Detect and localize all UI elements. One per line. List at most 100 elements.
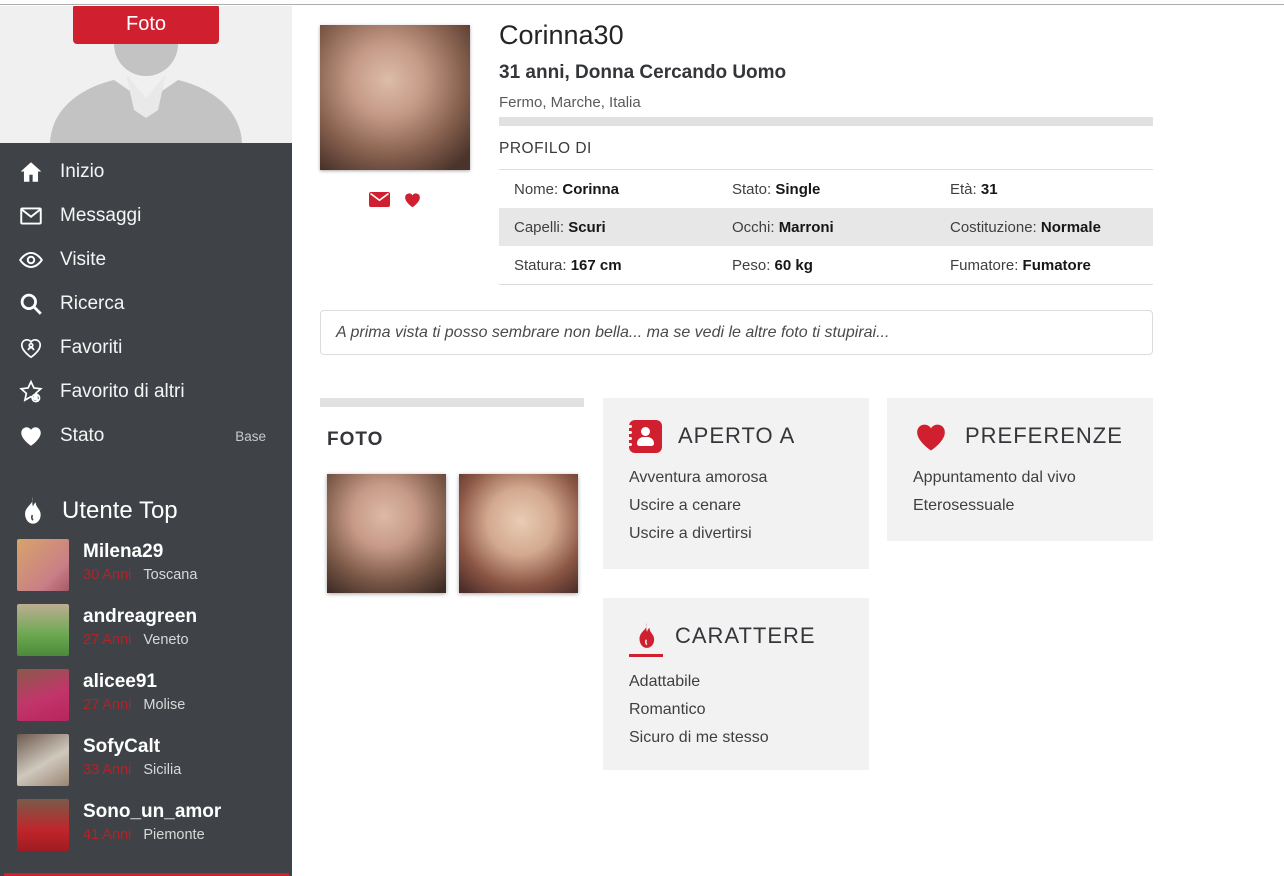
profile-actions <box>320 191 470 213</box>
profile-summary: 31 anni, Donna Cercando Uomo <box>499 62 786 84</box>
sidebar-item-label: Favoriti <box>60 337 122 359</box>
card-items: Avventura amorosa Uscire a cenare Uscire… <box>603 454 869 548</box>
sidebar-item-label: Messaggi <box>60 205 141 227</box>
my-avatar-placeholder[interactable]: Foto <box>0 6 292 143</box>
card-item: Uscire a divertirsi <box>629 520 869 548</box>
detail-occhi: Occhi: Marroni <box>717 219 935 236</box>
user-name: andreagreen <box>83 606 197 628</box>
eye-icon <box>18 247 44 273</box>
user-texts: SofyCalt 33 Anni Sicilia <box>83 734 181 786</box>
top-user-row[interactable]: alicee91 27 AnniMolise <box>17 669 277 721</box>
sidebar-item-label: Favorito di altri <box>60 381 185 403</box>
detail-capelli: Capelli: Scuri <box>499 219 717 236</box>
card-preferenze: PREFERENZE Appuntamento dal vivo Eterose… <box>887 398 1153 541</box>
profile-section-title: PROFILO DI <box>499 140 592 158</box>
card-item: Romantico <box>629 696 869 724</box>
card-carattere: CARATTERE Adattabile Romantico Sicuro di… <box>603 598 869 770</box>
top-users-header: Utente Top <box>18 492 178 530</box>
top-user-row[interactable]: SofyCalt 33 Anni Sicilia <box>17 734 277 786</box>
card-items: Appuntamento dal vivo Eterosessuale <box>887 454 1153 520</box>
search-icon <box>18 291 44 317</box>
user-age: 30 Anni <box>83 567 131 583</box>
sidebar-item-visite[interactable]: Visite <box>0 238 292 282</box>
top-user-row[interactable]: Sono_un_amor 41 Anni Piemonte <box>17 799 277 851</box>
user-region: Veneto <box>143 632 188 648</box>
user-region: Sicilia <box>143 762 181 778</box>
heart-icon <box>913 420 949 452</box>
card-header: APERTO A <box>603 398 869 454</box>
envelope-icon <box>18 203 44 229</box>
card-item: Uscire a cenare <box>629 492 869 520</box>
heart-icon <box>18 423 44 449</box>
flame-underline <box>629 654 663 657</box>
user-texts: Sono_un_amor 41 Anni Piemonte <box>83 799 221 851</box>
card-item: Eterosessuale <box>913 492 1153 520</box>
profile-photo[interactable] <box>320 25 470 170</box>
gallery-photo[interactable] <box>459 474 578 593</box>
detail-statura: Statura: 167 cm <box>499 257 717 274</box>
profile-quote: A prima vista ti posso sembrare non bell… <box>336 324 889 342</box>
profile-username: Corinna30 <box>499 20 786 51</box>
user-region: Toscana <box>143 567 197 583</box>
user-name: Milena29 <box>83 541 197 563</box>
card-title: CARATTERE <box>675 623 816 649</box>
sidebar-item-label: Ricerca <box>60 293 124 315</box>
like-button[interactable] <box>403 191 422 213</box>
user-avatar <box>17 799 69 851</box>
card-aperto-a: APERTO A Avventura amorosa Uscire a cena… <box>603 398 869 569</box>
detail-fumatore: Fumatore: Fumatore <box>935 257 1153 274</box>
flame-icon <box>633 621 659 651</box>
details-row: Statura: 167 cm Peso: 60 kg Fumatore: Fu… <box>499 246 1153 284</box>
gallery-photo[interactable] <box>327 474 446 593</box>
card-items: Adattabile Romantico Sicuro di me stesso <box>603 654 869 752</box>
profile-details-table: Nome: Corinna Stato: Single Età: 31 Cape… <box>499 169 1153 285</box>
detail-costituzione: Costituzione: Normale <box>935 219 1153 236</box>
details-row: Capelli: Scuri Occhi: Marroni Costituzio… <box>499 208 1153 246</box>
card-title: APERTO A <box>678 423 795 449</box>
user-texts: Milena29 30 Anni Toscana <box>83 539 197 591</box>
sidebar: Foto Inizio Messaggi Visite Ricerca Favo… <box>0 6 292 876</box>
star-user-icon <box>18 379 44 405</box>
user-age: 33 Anni <box>83 762 131 778</box>
sidebar-item-stato[interactable]: Stato Base <box>0 414 292 458</box>
sidebar-item-label: Stato <box>60 425 104 447</box>
contact-book-icon <box>629 420 662 453</box>
user-region: Piemonte <box>143 827 204 843</box>
flame-icon <box>18 496 46 526</box>
home-icon <box>18 159 44 185</box>
sidebar-item-favoriti[interactable]: Favoriti <box>0 326 292 370</box>
profile-page: Foto Inizio Messaggi Visite Ricerca Favo… <box>0 0 1284 876</box>
detail-nome: Nome: Corinna <box>499 181 717 198</box>
message-icon <box>369 191 390 208</box>
detail-eta: Età: 31 <box>935 181 1153 198</box>
status-badge: Base <box>235 429 266 444</box>
profile-quote-box: A prima vista ti posso sembrare non bell… <box>320 310 1153 355</box>
sidebar-item-messaggi[interactable]: Messaggi <box>0 194 292 238</box>
heart-user-icon <box>18 335 44 361</box>
sidebar-item-inizio[interactable]: Inizio <box>0 150 292 194</box>
user-age: 27 Anni <box>83 697 131 713</box>
divider-bar <box>499 117 1153 126</box>
user-name: alicee91 <box>83 671 185 693</box>
card-header: PREFERENZE <box>887 398 1153 454</box>
user-name: Sono_un_amor <box>83 801 221 823</box>
detail-peso: Peso: 60 kg <box>717 257 935 274</box>
sidebar-item-label: Visite <box>60 249 106 271</box>
sidebar-item-favorito-di-altri[interactable]: Favorito di altri <box>0 370 292 414</box>
foto-button[interactable]: Foto <box>73 6 219 44</box>
sidebar-menu: Inizio Messaggi Visite Ricerca Favoriti … <box>0 150 292 458</box>
top-navbar-edge <box>0 0 1284 5</box>
user-avatar <box>17 734 69 786</box>
profile-location: Fermo, Marche, Italia <box>499 94 786 111</box>
top-user-row[interactable]: andreagreen 27 AnniVeneto <box>17 604 277 656</box>
details-row: Nome: Corinna Stato: Single Età: 31 <box>499 170 1153 208</box>
user-age: 41 Anni <box>83 827 131 843</box>
send-message-button[interactable] <box>369 191 390 213</box>
sidebar-item-ricerca[interactable]: Ricerca <box>0 282 292 326</box>
card-title: PREFERENZE <box>965 423 1123 449</box>
top-user-row[interactable]: Milena29 30 Anni Toscana <box>17 539 277 591</box>
user-avatar <box>17 604 69 656</box>
detail-stato: Stato: Single <box>717 181 935 198</box>
top-users-title: Utente Top <box>62 497 178 525</box>
user-name: SofyCalt <box>83 736 181 758</box>
